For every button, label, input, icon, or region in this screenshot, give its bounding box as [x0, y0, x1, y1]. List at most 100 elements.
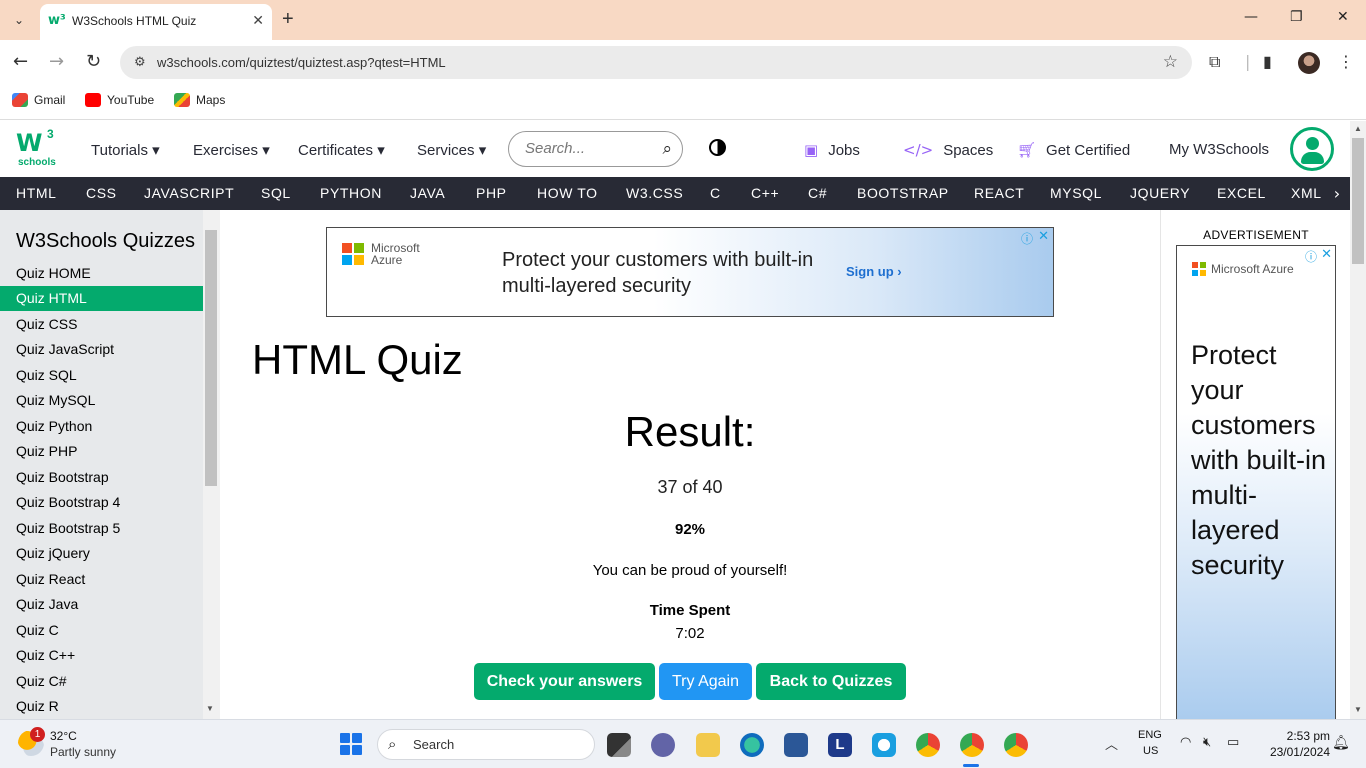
forward-arrow-icon[interactable]: →: [49, 51, 64, 72]
ad-info-icon[interactable]: ⓘ: [1305, 248, 1317, 265]
sidebar-item-quiz-cpp[interactable]: Quiz C++: [0, 643, 203, 668]
search-input[interactable]: [525, 140, 645, 157]
subnav-item[interactable]: REACT: [974, 185, 1024, 201]
subnav-item[interactable]: MYSQL: [1050, 185, 1102, 201]
clock-time[interactable]: 2:53 pm: [1270, 729, 1330, 743]
new-tab-icon[interactable]: +: [282, 8, 294, 31]
window-close-icon[interactable]: ✕: [1337, 9, 1349, 25]
browser-menu-icon[interactable]: ⋮: [1338, 52, 1354, 71]
battery-icon[interactable]: ▭: [1227, 735, 1239, 750]
subnav-item[interactable]: SQL: [261, 185, 291, 201]
profile-avatar[interactable]: [1298, 52, 1320, 74]
subnav-item[interactable]: PYTHON: [320, 185, 382, 201]
ad-banner[interactable]: Microsoft Azure Protect your customers wi…: [326, 227, 1054, 317]
check-answers-button[interactable]: Check your answers: [474, 663, 655, 700]
subnav-item[interactable]: JQUERY: [1130, 185, 1190, 201]
ad-info-icon[interactable]: ⓘ: [1021, 230, 1033, 247]
scroll-up-arrow-icon[interactable]: ▲: [1354, 124, 1362, 133]
w3schools-logo[interactable]: W 3 schools: [16, 127, 60, 171]
sidebar-item-quiz-java[interactable]: Quiz Java: [0, 592, 203, 617]
my-w3schools-link[interactable]: My W3Schools: [1169, 141, 1269, 158]
sidebar-item-quiz-c[interactable]: Quiz C: [0, 618, 203, 643]
tab-search-dropdown-icon[interactable]: ⌄: [6, 7, 32, 33]
subnav-item[interactable]: CSS: [86, 185, 117, 201]
subnav-item[interactable]: EXCEL: [1217, 185, 1266, 201]
site-info-icon[interactable]: ⚙: [134, 54, 146, 70]
subnav-item[interactable]: C: [710, 185, 721, 201]
sidebar-item-quiz-bootstrap-5[interactable]: Quiz Bootstrap 5: [0, 516, 203, 541]
subnav-item[interactable]: XML: [1291, 185, 1322, 201]
subnav-item[interactable]: C#: [808, 185, 827, 201]
sidebar-item-quiz-css[interactable]: Quiz CSS: [0, 312, 203, 337]
chrome-icon[interactable]: [916, 733, 940, 757]
chrome-profile-2-icon[interactable]: [1004, 733, 1028, 757]
wifi-icon[interactable]: ◠: [1180, 735, 1191, 750]
language-indicator[interactable]: ENG: [1138, 729, 1162, 741]
sidebar-scrollbar-thumb[interactable]: [205, 230, 217, 486]
back-to-quizzes-button[interactable]: Back to Quizzes: [756, 663, 906, 700]
sidebar-item-quiz-mysql[interactable]: Quiz MySQL: [0, 388, 203, 413]
url-text[interactable]: w3schools.com/quiztest/quiztest.asp?qtes…: [157, 55, 446, 70]
sidebar-item-quiz-bootstrap-4[interactable]: Quiz Bootstrap 4: [0, 490, 203, 515]
ad-signup-link[interactable]: Sign up ›: [846, 264, 902, 279]
dark-mode-toggle-icon[interactable]: [709, 139, 726, 156]
page-scrollbar-thumb[interactable]: [1352, 138, 1364, 264]
bookmark-youtube[interactable]: YouTube: [85, 93, 154, 107]
sidebar-item-quiz-bootstrap[interactable]: Quiz Bootstrap: [0, 465, 203, 490]
sidebar-item-quiz-javascript[interactable]: Quiz JavaScript: [0, 337, 203, 362]
sidebar-item-quiz-react[interactable]: Quiz React: [0, 567, 203, 592]
bookmark-gmail[interactable]: Gmail: [12, 93, 65, 107]
task-view-icon[interactable]: [607, 733, 631, 757]
subnav-item[interactable]: BOOTSTRAP: [857, 185, 949, 201]
search-icon[interactable]: ⌕: [662, 139, 672, 159]
tab-close-icon[interactable]: ✕: [252, 12, 264, 29]
microsoft-store-icon[interactable]: [784, 733, 808, 757]
browser-tab[interactable]: w³ W3Schools HTML Quiz ✕: [40, 4, 272, 40]
ad-close-icon[interactable]: ✕: [1321, 247, 1332, 262]
spaces-link[interactable]: </> Spaces: [903, 141, 993, 159]
sidebar-item-quiz-python[interactable]: Quiz Python: [0, 414, 203, 439]
weather-temperature[interactable]: 32°C: [50, 729, 77, 743]
minimize-icon[interactable]: —: [1244, 9, 1258, 25]
subnav-item[interactable]: JAVA: [410, 185, 445, 201]
bookmark-star-icon[interactable]: ☆: [1163, 52, 1178, 72]
menu-services[interactable]: Services ▾: [417, 141, 486, 159]
chrome-profile-icon[interactable]: [960, 733, 984, 757]
subnav-item[interactable]: JAVASCRIPT: [144, 185, 234, 201]
restore-icon[interactable]: ❐: [1290, 9, 1303, 25]
keyboard-layout-indicator[interactable]: US: [1143, 745, 1158, 757]
menu-exercises[interactable]: Exercises ▾: [193, 141, 270, 159]
side-ad[interactable]: Microsoft Azure Protect your customers w…: [1176, 245, 1336, 725]
subnav-item[interactable]: C++: [751, 185, 779, 201]
sidebar-item-quiz-jquery[interactable]: Quiz jQuery: [0, 541, 203, 566]
scroll-down-arrow-icon[interactable]: ▼: [206, 704, 214, 713]
extensions-icon[interactable]: ⧉: [1209, 52, 1220, 72]
address-bar[interactable]: ⚙ w3schools.com/quiztest/quiztest.asp?qt…: [120, 46, 1192, 79]
teams-chat-icon[interactable]: [651, 733, 675, 757]
bookmark-maps[interactable]: Maps: [174, 93, 225, 107]
jobs-link[interactable]: ▣ Jobs: [804, 141, 860, 159]
sidebar-item-quiz-sql[interactable]: Quiz SQL: [0, 363, 203, 388]
tray-overflow-chevron-icon[interactable]: ︿: [1105, 734, 1118, 753]
subnav-item[interactable]: HTML: [16, 185, 57, 201]
alexa-app-icon[interactable]: [872, 733, 896, 757]
scroll-down-arrow-icon[interactable]: ▼: [1354, 705, 1362, 714]
subnav-item[interactable]: HOW TO: [537, 185, 598, 201]
weather-description[interactable]: Partly sunny: [50, 745, 116, 759]
side-panel-icon[interactable]: ▮: [1263, 52, 1272, 71]
volume-muted-icon[interactable]: 🔇︎: [1203, 735, 1211, 750]
l-app-icon[interactable]: L: [828, 733, 852, 757]
subnav-next-icon[interactable]: ›: [1324, 177, 1350, 210]
notification-bell-icon[interactable]: 🔔︎: [1332, 735, 1350, 751]
clock-date[interactable]: 23/01/2024: [1256, 745, 1330, 759]
sidebar-item-quiz-r[interactable]: Quiz R: [0, 694, 203, 719]
back-arrow-icon[interactable]: ←: [13, 51, 28, 72]
get-certified-link[interactable]: 🛒︎ Get Certified: [1017, 141, 1130, 159]
user-account-icon[interactable]: [1290, 127, 1334, 171]
sidebar-item-quiz-home[interactable]: Quiz HOME: [0, 261, 203, 286]
sidebar-item-quiz-html[interactable]: Quiz HTML: [0, 286, 203, 311]
menu-tutorials[interactable]: Tutorials ▾: [91, 141, 160, 159]
try-again-button[interactable]: Try Again: [659, 663, 752, 700]
sidebar-item-quiz-csharp[interactable]: Quiz C#: [0, 669, 203, 694]
sidebar-item-quiz-php[interactable]: Quiz PHP: [0, 439, 203, 464]
